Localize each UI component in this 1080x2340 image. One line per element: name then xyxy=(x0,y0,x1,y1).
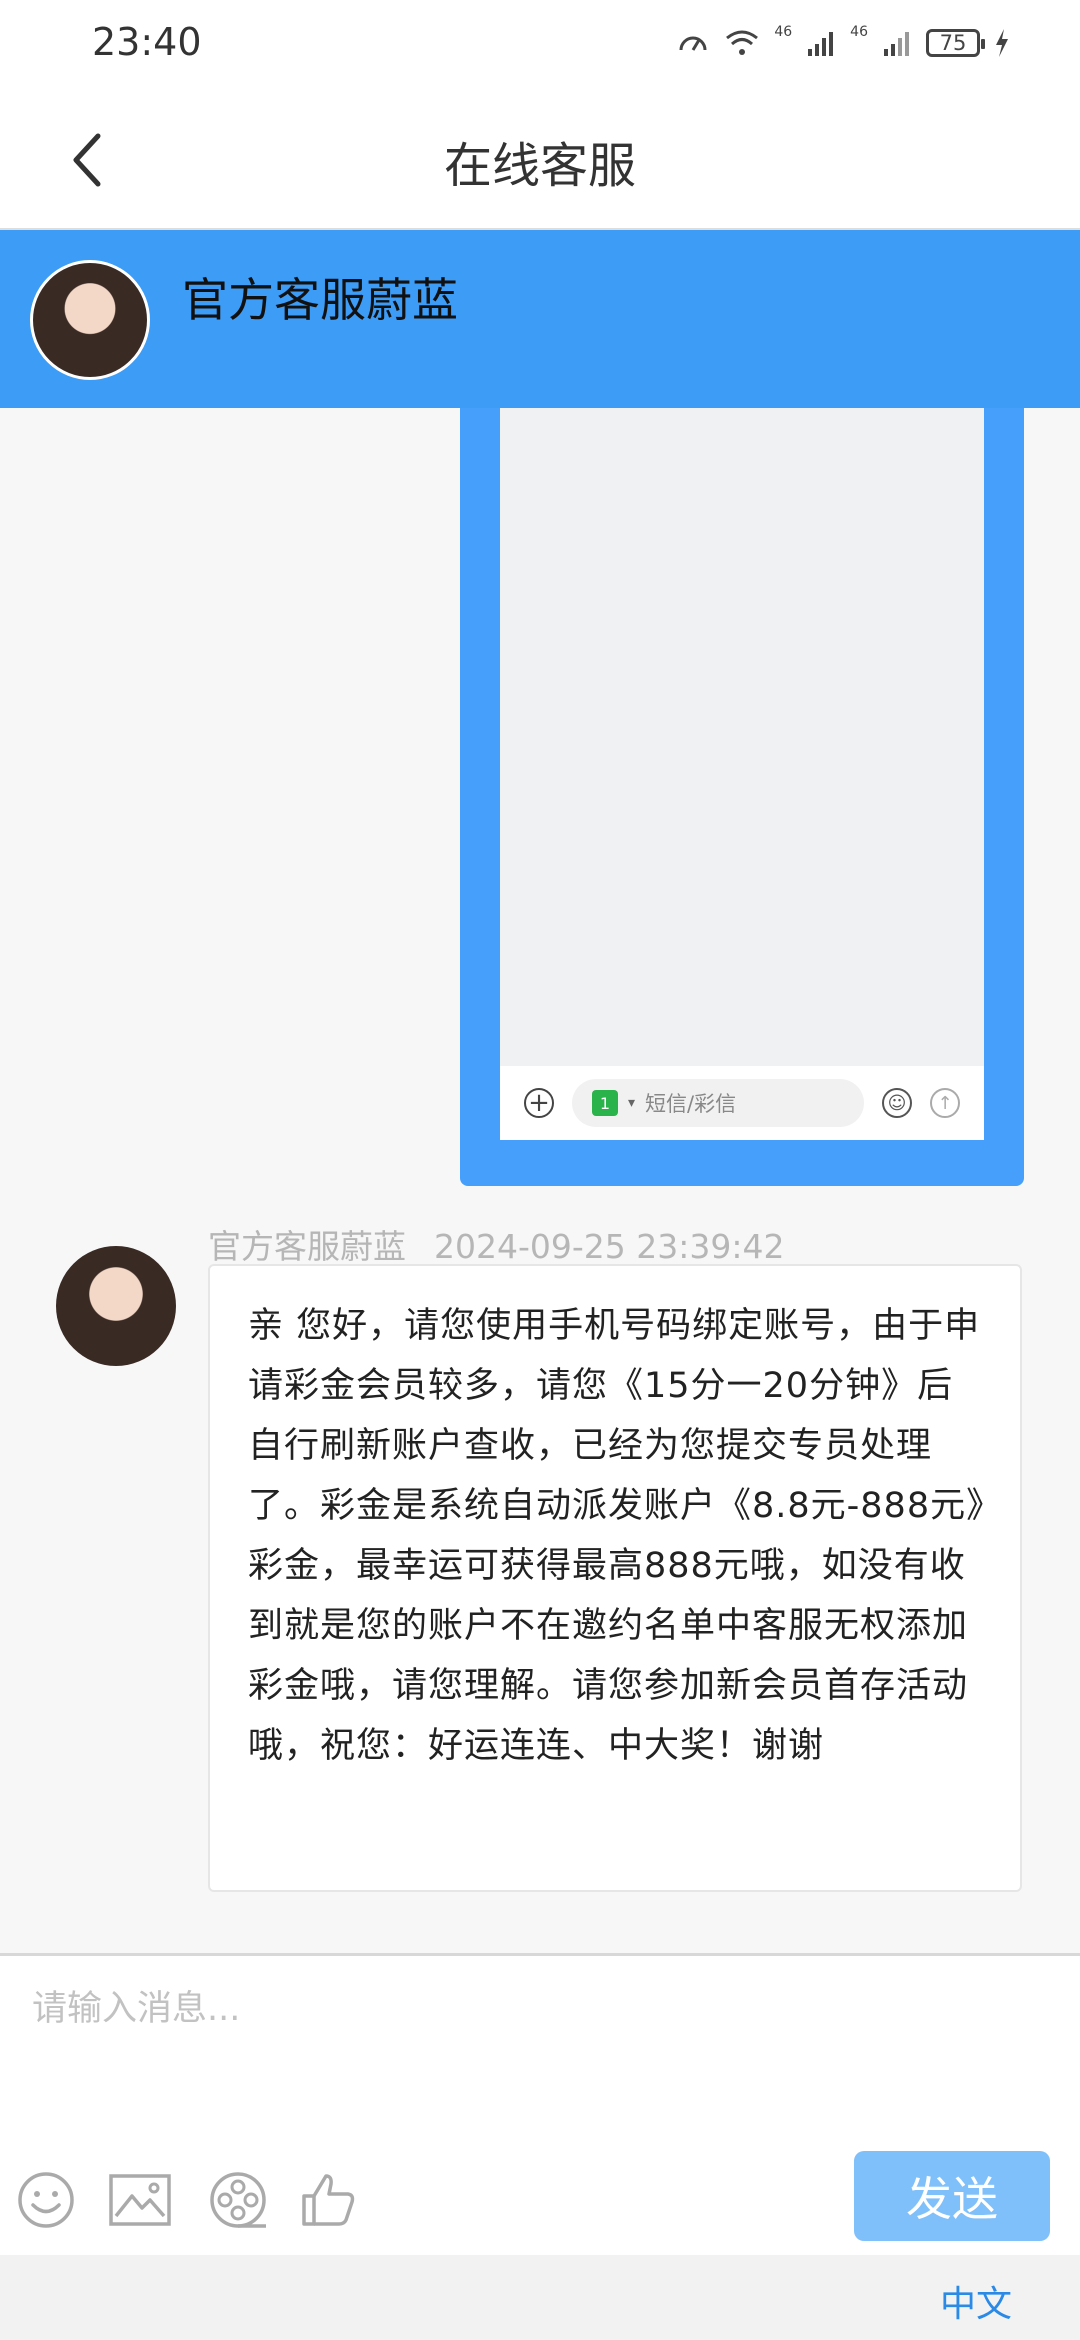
thumbs-up-icon[interactable] xyxy=(296,2168,360,2232)
network-label-1: 46 xyxy=(774,24,793,40)
message-input[interactable] xyxy=(30,1978,1034,2102)
battery-level: 75 xyxy=(939,31,967,55)
charging-icon xyxy=(996,29,1008,57)
chat-area[interactable]: + 1 ▾ 短信/彩信 ☺ ↑ 官方客服蔚蓝 2024-09-25 23:39:4… xyxy=(0,408,1080,1953)
agent-bar: 官方客服蔚蓝 xyxy=(0,230,1080,408)
sim-icon: 1 xyxy=(592,1090,618,1116)
message-bubble[interactable]: 亲 您好，请您使用手机号码绑定账号，由于申请彩金会员较多，请您《15分一20分钟… xyxy=(208,1264,1022,1892)
message-sender: 官方客服蔚蓝 xyxy=(208,1227,406,1266)
speed-icon xyxy=(679,36,707,51)
message-text: 亲 您好，请您使用手机号码绑定账号，由于申请彩金会员较多，请您《15分一20分钟… xyxy=(248,1306,985,1766)
battery-icon: 75 xyxy=(926,29,985,57)
network-label-2: 46 xyxy=(850,24,868,40)
smiley-icon: ☺ xyxy=(882,1088,912,1118)
composer: 发送 xyxy=(0,1953,1080,2255)
header: 在线客服 xyxy=(0,90,1080,230)
image-icon[interactable] xyxy=(108,2168,172,2232)
sms-field: 1 ▾ 短信/彩信 xyxy=(572,1079,864,1127)
status-bar: 23:40 46 46 75 xyxy=(0,0,1080,90)
sms-input-bar: + 1 ▾ 短信/彩信 ☺ ↑ xyxy=(500,1066,984,1140)
sms-dropdown-icon: ▾ xyxy=(628,1095,636,1111)
page-title: 在线客服 xyxy=(443,138,636,194)
plus-icon: + xyxy=(524,1088,554,1118)
send-button[interactable]: 发送 xyxy=(854,2151,1050,2241)
wifi-icon xyxy=(726,30,759,55)
upload-arrow-icon: ↑ xyxy=(930,1088,960,1118)
screenshot-image: + 1 ▾ 短信/彩信 ☺ ↑ xyxy=(500,408,984,1140)
sms-placeholder: 短信/彩信 xyxy=(645,1092,737,1116)
footer-bar: 中文 xyxy=(0,2255,1080,2340)
signal-icon-2 xyxy=(884,32,909,56)
agent-avatar[interactable] xyxy=(30,260,150,380)
language-link[interactable]: 中文 xyxy=(940,2275,1012,2327)
emoji-icon[interactable] xyxy=(14,2168,78,2232)
video-icon[interactable] xyxy=(206,2168,270,2232)
message-avatar[interactable] xyxy=(56,1246,176,1366)
message-timestamp: 2024-09-25 23:39:42 xyxy=(434,1227,785,1266)
signal-icon-1 xyxy=(808,32,834,56)
status-time: 23:40 xyxy=(92,20,202,64)
agent-name: 官方客服蔚蓝 xyxy=(182,273,458,327)
message-meta: 官方客服蔚蓝 2024-09-25 23:39:42 xyxy=(208,1220,784,1268)
status-icons: 46 46 75 xyxy=(676,18,1010,68)
image-message[interactable]: + 1 ▾ 短信/彩信 ☺ ↑ xyxy=(460,408,1024,1186)
